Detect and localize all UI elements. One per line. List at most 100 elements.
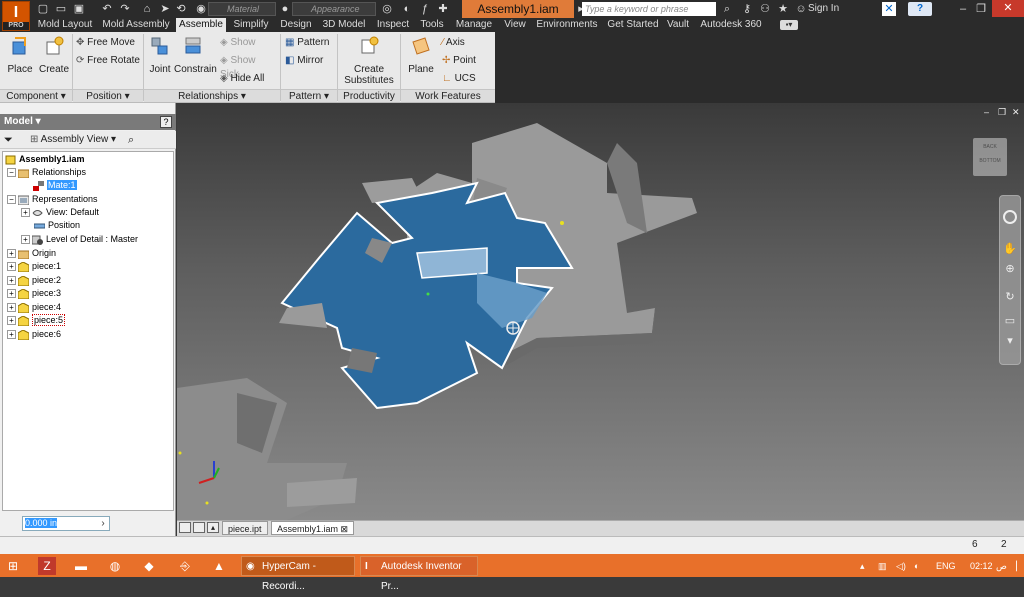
panel-relationships[interactable]: Relationships ▾	[144, 89, 280, 102]
pan-hand-icon[interactable]: ✋	[1003, 242, 1017, 256]
expand-icon[interactable]: +	[7, 249, 16, 259]
tab-assemble[interactable]: Assemble	[176, 18, 226, 32]
tile-vertical-icon[interactable]	[193, 522, 205, 533]
show-button[interactable]: ◈ Show	[220, 36, 276, 50]
panel-pattern[interactable]: Pattern ▾	[281, 89, 337, 102]
browser-help-icon[interactable]: ?	[160, 116, 172, 128]
select-arrow-icon[interactable]: ➤	[158, 2, 172, 16]
tab-vault[interactable]: Vault	[664, 18, 692, 32]
help-search-input[interactable]: Type a keyword or phrase	[582, 2, 716, 16]
tree-item-view-default[interactable]: + View: Default	[21, 206, 99, 219]
create-substitutes-button[interactable]: Create Substitutes	[340, 34, 398, 88]
tree-item-position[interactable]: Position	[34, 219, 80, 232]
filter-icon[interactable]: ⏷	[4, 133, 18, 147]
expand-icon[interactable]: +	[7, 303, 16, 313]
tile-horizontal-icon[interactable]	[179, 522, 191, 533]
tree-item-relationships[interactable]: − Relationships	[7, 166, 86, 179]
viewport-minimize-icon[interactable]: –	[984, 107, 994, 117]
update-icon[interactable]: ⟲	[174, 2, 188, 16]
tab-tools[interactable]: Tools	[416, 18, 448, 32]
tab-design[interactable]: Design	[276, 18, 316, 32]
tab-autodesk-360[interactable]: Autodesk 360	[698, 18, 764, 32]
favorites-star-icon[interactable]: ★	[776, 2, 790, 16]
language-indicator[interactable]: ENG	[936, 556, 956, 576]
constrain-button[interactable]: Constrain	[174, 34, 217, 88]
assembly-view-dropdown[interactable]: ⊞ Assembly View ▾	[30, 133, 116, 147]
graphics-viewport[interactable]	[177, 103, 1024, 520]
open-folder-icon[interactable]: ▭	[54, 2, 68, 16]
joint-button[interactable]: Joint	[146, 34, 174, 88]
ucs-button[interactable]: ∟ UCS	[442, 72, 492, 86]
clear-appearance-icon[interactable]: ◎	[380, 2, 394, 16]
file-explorer-icon[interactable]: ▬	[72, 557, 90, 575]
find-binoculars-icon[interactable]: ⌕	[128, 133, 142, 147]
appearance-combo[interactable]: Appearance	[292, 2, 376, 16]
point-button[interactable]: ✢ Point	[442, 54, 492, 68]
tab-manage[interactable]: Manage	[452, 18, 496, 32]
look-at-icon[interactable]: ▭	[1003, 314, 1017, 328]
tree-item-piece-2[interactable]: + piece:2	[7, 274, 61, 287]
tree-item-mate[interactable]: Mate:1	[33, 179, 77, 192]
tab-mold-layout[interactable]: Mold Layout	[34, 18, 96, 32]
restore-icon[interactable]: ❐	[974, 2, 988, 16]
viewcube[interactable]: BACK BOTTOM	[973, 138, 1007, 176]
tab-get-started[interactable]: Get Started	[604, 18, 662, 32]
collapse-icon[interactable]: −	[7, 195, 16, 205]
expand-icon[interactable]: +	[7, 262, 16, 272]
mirror-button[interactable]: ◧ Mirror	[285, 54, 335, 68]
document-list-icon[interactable]: ▴	[207, 522, 219, 533]
tree-root[interactable]: Assembly1.iam	[5, 153, 85, 166]
redo-icon[interactable]: ↷	[118, 2, 132, 16]
help-button[interactable]: ?	[908, 2, 932, 16]
free-move-button[interactable]: ✥ Free Move	[76, 36, 142, 50]
show-desktop-icon[interactable]: ▕	[1010, 556, 1017, 576]
adjust-icon[interactable]: ◐	[400, 2, 414, 16]
viewport-close-icon[interactable]: ✕	[1012, 107, 1022, 117]
expand-icon[interactable]: +	[21, 235, 30, 245]
free-rotate-button[interactable]: ⟳ Free Rotate	[76, 54, 142, 68]
tray-app-icon[interactable]: ◐	[914, 556, 919, 576]
application-menu-button[interactable]: I PRO	[2, 1, 30, 31]
tray-network-icon[interactable]: ▥	[878, 556, 887, 576]
start-button-icon[interactable]: ⊞	[4, 557, 22, 575]
zoom-icon[interactable]: ⊕	[1003, 262, 1017, 276]
tree-item-piece-5[interactable]: + piece:5	[7, 314, 66, 327]
place-button[interactable]: Place	[4, 34, 36, 88]
undo-icon[interactable]: ↶	[100, 2, 114, 16]
piece-lower-left[interactable]	[177, 378, 357, 520]
axis-button[interactable]: ⁄ Axis	[442, 36, 492, 50]
expand-icon[interactable]: +	[7, 276, 16, 286]
hide-all-button[interactable]: ◈ Hide All	[220, 72, 276, 86]
tree-item-piece-1[interactable]: + piece:1	[7, 260, 61, 273]
tree-item-piece-6[interactable]: + piece:6	[7, 328, 61, 341]
collapse-icon[interactable]: −	[7, 168, 16, 178]
tree-item-origin[interactable]: + Origin	[7, 247, 56, 260]
firefox-icon[interactable]: ◍	[106, 557, 124, 575]
create-button[interactable]: Create	[38, 34, 70, 88]
expand-icon[interactable]: +	[21, 208, 30, 218]
tray-volume-icon[interactable]: ◁)	[896, 556, 906, 576]
material-combo[interactable]: Material	[208, 2, 276, 16]
new-file-icon[interactable]: ▢	[36, 2, 50, 16]
exchange-apps-icon[interactable]: ✕	[882, 2, 896, 16]
app-shortcut-icon[interactable]: ◆	[140, 557, 158, 575]
tree-item-level-of-detail[interactable]: + Level of Detail : Master	[21, 233, 138, 246]
tray-expand-icon[interactable]: ▴	[860, 556, 865, 576]
tab-3d-model[interactable]: 3D Model	[318, 18, 370, 32]
nav-options-icon[interactable]: ▾	[1003, 334, 1017, 348]
user-icon[interactable]: ☺	[794, 2, 808, 16]
taskbar-inventor[interactable]: I Autodesk Inventor Pr...	[360, 556, 478, 592]
taskbar-hypercam[interactable]: ◉ HyperCam - Recordi...	[241, 556, 355, 592]
tab-mold-assembly[interactable]: Mold Assembly	[98, 18, 174, 32]
close-tab-icon[interactable]: ⊠	[341, 524, 349, 534]
viewport-restore-icon[interactable]: ❐	[998, 107, 1008, 117]
app-shortcut-2-icon[interactable]: ⎆	[176, 557, 194, 575]
expand-icon[interactable]: +	[7, 289, 16, 299]
home-icon[interactable]: ⌂	[140, 2, 154, 16]
plane-button[interactable]: Plane	[404, 34, 438, 88]
save-icon[interactable]: ▣	[72, 2, 86, 16]
tree-item-piece-3[interactable]: + piece:3	[7, 287, 61, 300]
tab-simplify[interactable]: Simplify	[228, 18, 274, 32]
tab-environments[interactable]: Environments	[534, 18, 600, 32]
sign-in-link[interactable]: Sign In	[808, 2, 839, 16]
